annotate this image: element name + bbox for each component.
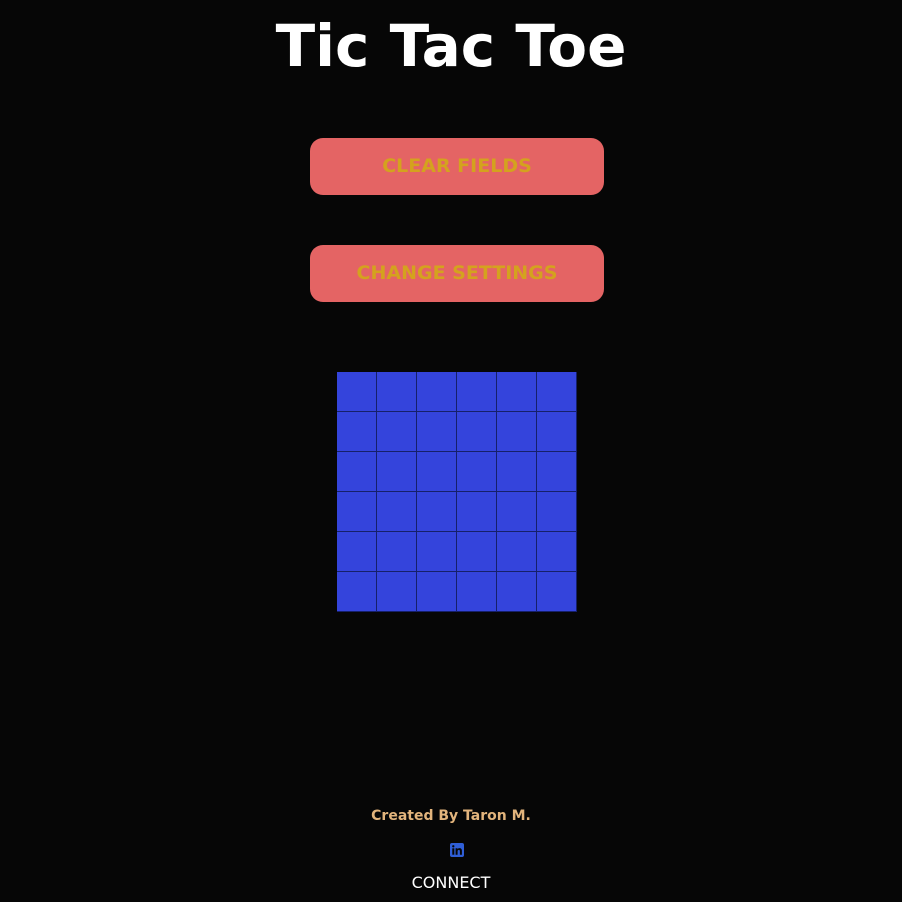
board-cell[interactable] [457, 412, 497, 452]
board-cell[interactable] [417, 452, 457, 492]
board-cell[interactable] [377, 532, 417, 572]
board-cell[interactable] [337, 532, 377, 572]
board-cell[interactable] [497, 452, 537, 492]
board-cell[interactable] [337, 412, 377, 452]
board-cell[interactable] [537, 372, 577, 412]
board-cell[interactable] [417, 372, 457, 412]
board-cell[interactable] [497, 572, 537, 612]
board-cell[interactable] [537, 572, 577, 612]
board-cell[interactable] [377, 492, 417, 532]
page-title: Tic Tac Toe [275, 12, 627, 80]
connect-link[interactable]: CONNECT [0, 873, 902, 893]
board-cell[interactable] [417, 532, 457, 572]
board-cell[interactable] [377, 572, 417, 612]
board-cell[interactable] [417, 412, 457, 452]
creator-credit: Created By Taron M. [371, 808, 531, 824]
board-cell[interactable] [337, 372, 377, 412]
board-cell[interactable] [457, 452, 497, 492]
board-cell[interactable] [537, 452, 577, 492]
linkedin-icon[interactable] [450, 843, 464, 857]
board-cell[interactable] [497, 532, 537, 572]
board-cell[interactable] [497, 492, 537, 532]
board-cell[interactable] [457, 532, 497, 572]
board-cell[interactable] [497, 412, 537, 452]
board-cell[interactable] [377, 372, 417, 412]
board-cell[interactable] [337, 452, 377, 492]
board-cell[interactable] [497, 372, 537, 412]
board-cell[interactable] [537, 492, 577, 532]
game-board [337, 372, 577, 612]
board-cell[interactable] [417, 572, 457, 612]
board-cell[interactable] [537, 532, 577, 572]
change-settings-button[interactable]: CHANGE SETTINGS [310, 245, 604, 302]
page: Tic Tac Toe CLEAR FIELDS CHANGE SETTINGS… [0, 0, 902, 902]
board-cell[interactable] [377, 452, 417, 492]
board-cell[interactable] [337, 492, 377, 532]
clear-fields-button[interactable]: CLEAR FIELDS [310, 138, 604, 195]
board-cell[interactable] [417, 492, 457, 532]
board-cell[interactable] [377, 412, 417, 452]
board-cell[interactable] [457, 492, 497, 532]
board-cell[interactable] [457, 572, 497, 612]
board-cell[interactable] [457, 372, 497, 412]
board-cell[interactable] [537, 412, 577, 452]
board-cell[interactable] [337, 572, 377, 612]
